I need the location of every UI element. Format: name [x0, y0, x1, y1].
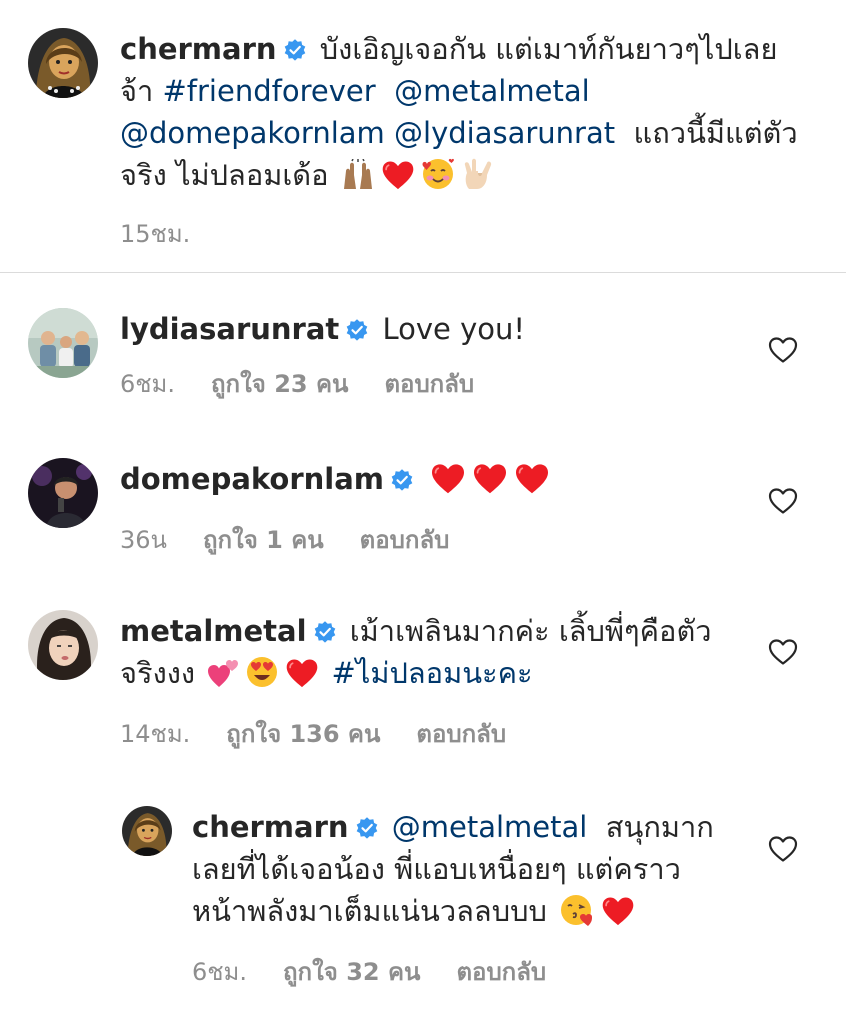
verified-badge-icon [355, 816, 379, 840]
mention-link[interactable]: @domepakornlam [120, 116, 385, 150]
heart-eyes-emoji [245, 655, 279, 700]
caption-text: แถวนี้มีแต่ตัว [633, 116, 798, 150]
caption-text: จริง ไม่ปลอมเด้อ [120, 158, 329, 192]
comment-time: 14ชม. [120, 720, 191, 748]
username[interactable]: chermarn [120, 32, 277, 66]
heart-outline-icon[interactable] [768, 487, 798, 515]
comment-time: 6ชม. [120, 370, 176, 398]
avatar[interactable] [28, 610, 98, 680]
face-blowing-kiss-emoji [559, 893, 595, 938]
avatar[interactable] [28, 458, 98, 528]
mention-link[interactable]: @lydiasarunrat [394, 116, 615, 150]
comment-time: 36น [120, 526, 167, 554]
reply-button[interactable]: ตอบกลับ [416, 714, 506, 753]
smiling-face-hearts-emoji [421, 157, 455, 202]
verified-badge-icon [283, 38, 307, 62]
mention-link[interactable]: @metalmetal [392, 810, 588, 844]
username[interactable]: lydiasarunrat [120, 312, 339, 346]
comment-text: จริงงง [120, 656, 196, 690]
reply-button[interactable]: ตอบกลับ [384, 364, 474, 403]
likes-count[interactable]: ถูกใจ 23 คน [211, 364, 348, 403]
verified-badge-icon [345, 318, 369, 342]
reply-button[interactable]: ตอบกลับ [360, 520, 450, 559]
heart-outline-icon[interactable] [768, 336, 798, 364]
raising-hands-emoji [341, 158, 375, 202]
avatar[interactable] [122, 806, 172, 856]
likes-count[interactable]: ถูกใจ 32 คน [283, 952, 420, 991]
hashtag-link[interactable]: #ไม่ปลอมนะคะ [332, 656, 533, 690]
red-heart-emoji [285, 658, 319, 700]
love-you-gesture-emoji [461, 157, 493, 202]
caption-text: จ้า [120, 74, 154, 108]
comment-time: 6ชม. [192, 958, 248, 986]
hashtag-link[interactable]: #friendforever [163, 74, 376, 108]
comment-text: เลยที่ได้เจอน้อง พี่แอบเหนื่อยๆ แต่คราว [192, 852, 681, 886]
avatar[interactable] [28, 308, 98, 378]
red-heart-emoji [472, 463, 508, 506]
caption-text: บังเอิญเจอกัน แต่เมาท์กันยาวๆไปเลย [319, 32, 778, 66]
comment-text: Love you! [382, 312, 526, 346]
reply-button[interactable]: ตอบกลับ [456, 952, 546, 991]
avatar[interactable] [28, 28, 98, 98]
username[interactable]: metalmetal [120, 614, 307, 648]
heart-outline-icon[interactable] [768, 638, 798, 666]
comment-time: 15ชม. [120, 220, 191, 248]
verified-badge-icon [313, 620, 337, 644]
likes-count[interactable]: ถูกใจ 1 คน [203, 520, 324, 559]
red-heart-emoji [601, 896, 635, 938]
red-heart-emoji [514, 463, 550, 506]
comment-text: เม้าเพลินมากค่ะ เลิ้บพี่ๆคือตัว [349, 614, 712, 648]
comment-text: สนุกมาก [605, 810, 714, 844]
comment-text: หน้าพลังมาเต็มแน่นวลลบบบ [192, 894, 547, 928]
red-heart-emoji [430, 463, 466, 506]
likes-count[interactable]: ถูกใจ 136 คน [226, 714, 380, 753]
two-hearts-emoji [207, 658, 239, 700]
username[interactable]: chermarn [192, 810, 349, 844]
username[interactable]: domepakornlam [120, 462, 384, 496]
red-heart-emoji [381, 160, 415, 202]
mention-link[interactable]: @metalmetal [394, 74, 590, 108]
heart-outline-icon[interactable] [768, 835, 798, 863]
divider [0, 272, 846, 273]
verified-badge-icon [390, 468, 414, 492]
